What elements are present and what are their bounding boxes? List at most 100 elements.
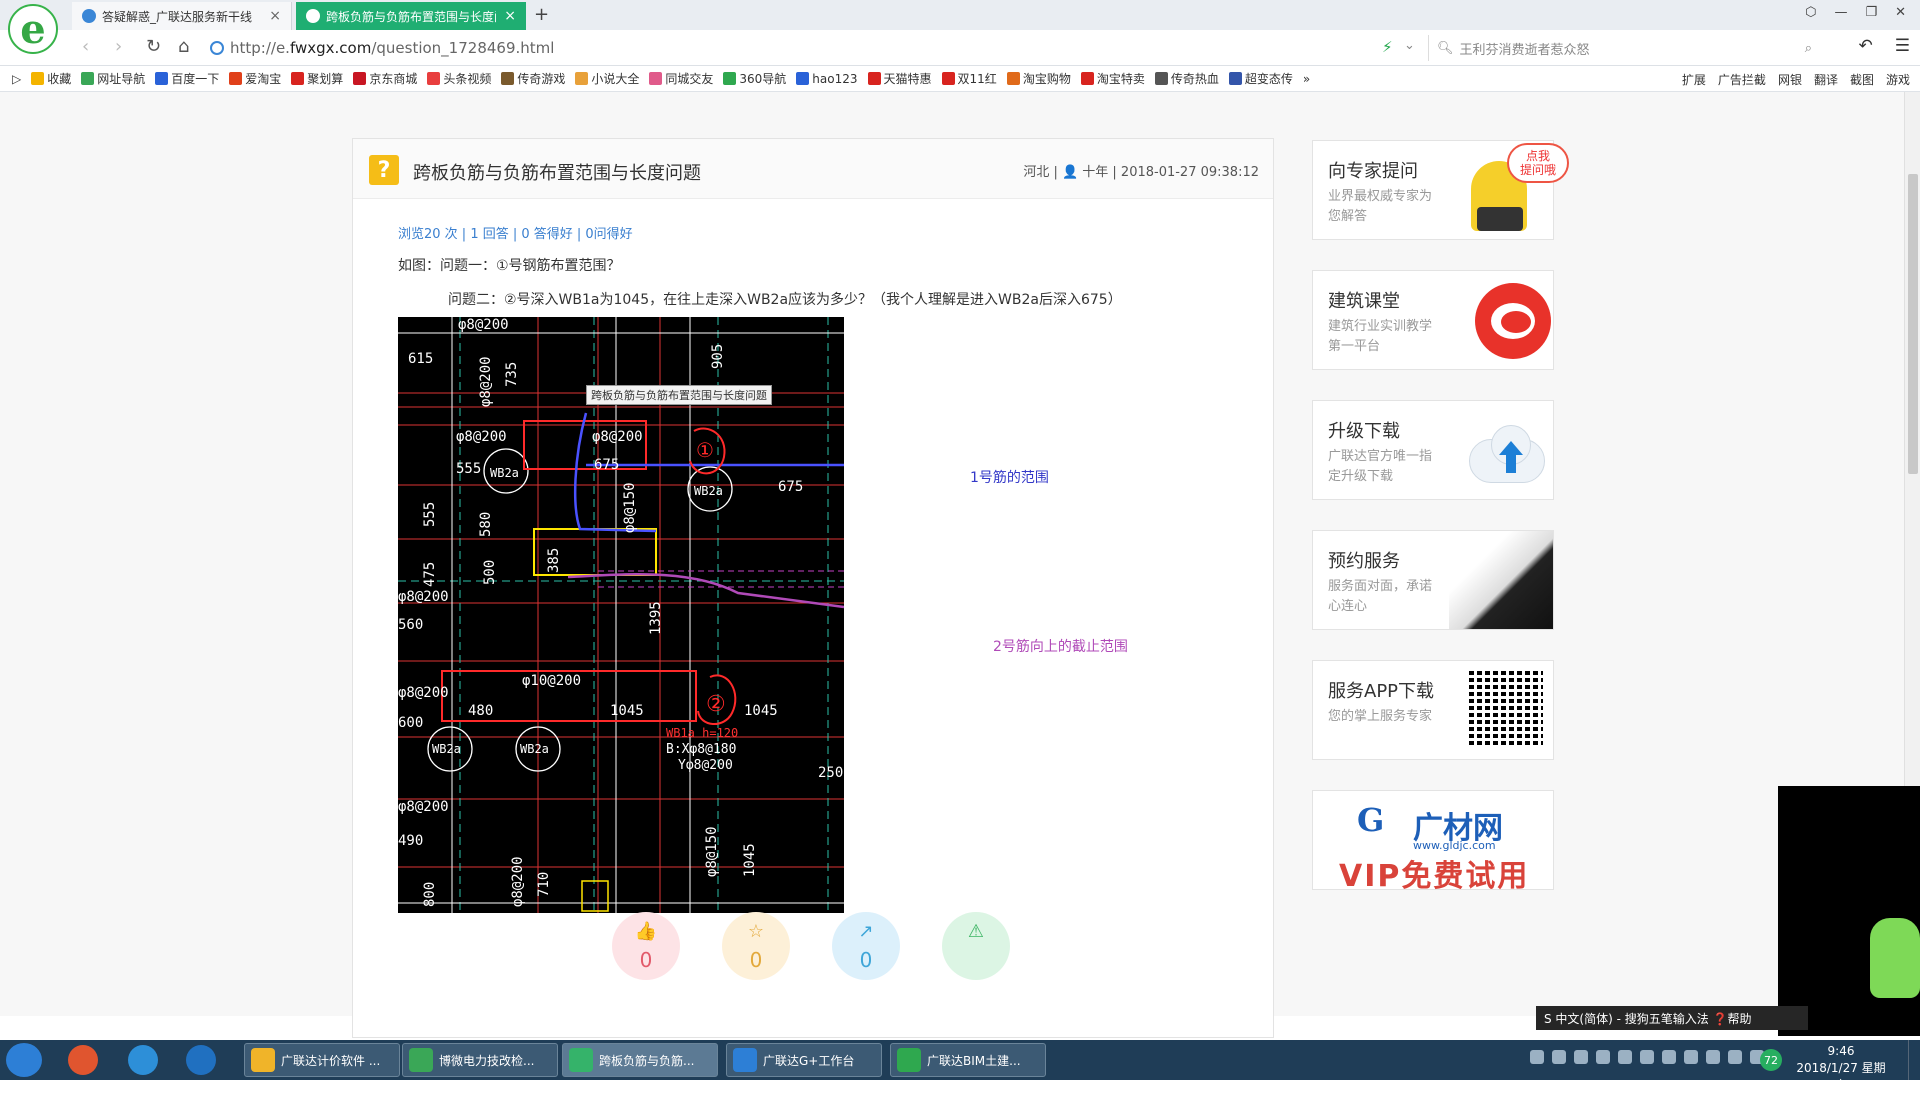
app-quicklaunch-icon[interactable]	[68, 1045, 98, 1075]
reaction-button[interactable]: ⚠	[942, 912, 1010, 980]
toolbar-tool[interactable]: 广告拦截	[1718, 71, 1766, 88]
start-button[interactable]	[6, 1043, 42, 1077]
clock[interactable]: 9:46 2018/1/27 星期六	[1796, 1043, 1886, 1094]
reaction-button[interactable]: ↗ 0	[832, 912, 900, 980]
bookmark-item[interactable]: 小说大全	[575, 70, 639, 87]
bookmark-item[interactable]: 聚划算	[291, 70, 343, 87]
close-window-icon[interactable]: ✕	[1895, 5, 1906, 20]
tray-icon[interactable]	[1596, 1050, 1610, 1064]
back-icon[interactable]: ‹	[82, 36, 89, 57]
toolbar-tool[interactable]: 网银	[1778, 71, 1802, 88]
new-tab-button[interactable]: +	[534, 4, 549, 25]
taskbar: 广联达计价软件 ... 博微电力技改检... 跨板负筋与负筋... 广联达G+工作台 广…	[0, 1040, 1920, 1092]
sidebar-appointment[interactable]: 预约服务 服务面对面，承诺心连心	[1312, 530, 1554, 630]
sidebar-ask-expert[interactable]: 向专家提问 业界最权威专家为您解答 点我 提问哦	[1312, 140, 1569, 240]
search-icon[interactable]: ⌕	[1805, 41, 1812, 56]
ime-status-bar[interactable]: S 中文(简体) - 搜狗五笔输入法 ❓帮助	[1536, 1006, 1808, 1030]
tray-icon[interactable]	[1640, 1050, 1654, 1064]
cad-label: 560	[398, 617, 423, 633]
taskbar-window[interactable]: 广联达计价软件 ...	[244, 1043, 400, 1077]
annotation-rebar-1: 1号筋的范围	[970, 470, 1049, 486]
taskbar-window[interactable]: 博微电力技改检...	[402, 1043, 558, 1077]
toolbar-tool[interactable]: 截图	[1850, 71, 1874, 88]
bookmark-item[interactable]: 超变态传	[1228, 70, 1293, 87]
ask-bubble[interactable]: 点我 提问哦	[1507, 143, 1569, 183]
scroll-thumb[interactable]	[1908, 174, 1918, 474]
ie-quicklaunch-icon[interactable]	[128, 1045, 158, 1075]
close-icon[interactable]: ×	[504, 8, 516, 24]
bookmarks-more-icon[interactable]: »	[1303, 72, 1310, 86]
search-input[interactable]: 🔍︎ 王利芬消费逝者惹众怒 ⌕	[1428, 35, 1822, 61]
tray-icon[interactable]	[1618, 1050, 1632, 1064]
forward-icon[interactable]: ›	[115, 36, 122, 57]
bookmark-item[interactable]: 京东商城	[353, 70, 417, 87]
bookmark-item[interactable]: 收藏	[31, 70, 71, 87]
bookmark-item[interactable]: 天猫特惠	[867, 70, 932, 87]
volume-icon[interactable]	[1706, 1050, 1720, 1064]
bookmark-item[interactable]: 爱淘宝	[229, 70, 281, 87]
taskbar-window[interactable]: 广联达G+工作台	[726, 1043, 882, 1077]
toolbar-tool[interactable]: 游戏	[1886, 71, 1910, 88]
reaction-button[interactable]: 👍 0	[612, 912, 680, 980]
bookmark-item[interactable]: 双11红	[941, 70, 997, 87]
network-icon[interactable]	[1728, 1050, 1742, 1064]
home-icon[interactable]: ⌂	[178, 36, 189, 57]
bookmark-item[interactable]: 头条视频	[427, 70, 491, 87]
cad-label: 675	[778, 479, 803, 495]
refresh-icon[interactable]: ↻	[146, 36, 161, 57]
tray-icon[interactable]	[1552, 1050, 1566, 1064]
question-card: ? 跨板负筋与负筋布置范围与长度问题 河北 | 👤 十年 | 2018-01-2…	[352, 138, 1274, 1038]
cad-label: 800	[422, 882, 438, 907]
cad-label: 615	[408, 351, 433, 367]
taskbar-window[interactable]: 跨板负筋与负筋...	[562, 1043, 718, 1077]
cad-label: 490	[398, 833, 423, 849]
chevron-down-icon[interactable]: ⌄	[1404, 38, 1415, 53]
tray-icon[interactable]	[1684, 1050, 1698, 1064]
toolbar-tool[interactable]: 翻译	[1814, 71, 1838, 88]
minimize-icon[interactable]: —	[1834, 5, 1847, 20]
app-icon	[897, 1048, 921, 1072]
bookmark-item[interactable]: 传奇游戏	[501, 70, 565, 87]
gldjc-vip-ad[interactable]: G 广材网 www.gldjc.com VIP免费试用	[1312, 790, 1554, 894]
bookmark-item[interactable]: 淘宝特卖	[1080, 70, 1145, 87]
bookmark-item[interactable]: 网址导航	[81, 70, 145, 87]
menu-icon[interactable]: ☰	[1895, 36, 1910, 56]
show-desktop-button[interactable]	[1908, 1040, 1920, 1080]
toolbar-tool[interactable]: 扩展	[1682, 71, 1706, 88]
tray-icon[interactable]	[1574, 1050, 1588, 1064]
tray-icon[interactable]	[1530, 1050, 1544, 1064]
sidebar-upgrade-download[interactable]: 升级下载 广联达官方唯一指定升级下载	[1312, 400, 1554, 500]
cad-drawing-image[interactable]: φ8@200 615 φ8@200 735 905 φ8@200 555 WB2…	[398, 317, 844, 913]
bookmark-item[interactable]: 360导航	[723, 70, 786, 87]
cad-label: 555	[456, 461, 481, 477]
sidebar-app-download[interactable]: 服务APP下载 您的掌上服务专家	[1312, 660, 1554, 760]
globe-icon	[210, 41, 224, 55]
bookmark-item[interactable]: 淘宝购物	[1006, 70, 1071, 87]
security-badge[interactable]: 72	[1760, 1049, 1782, 1071]
restore-icon[interactable]: ❐	[1865, 5, 1877, 20]
bookmark-item[interactable]: hao123	[796, 72, 858, 86]
tab-answers[interactable]: 答疑解惑_广联达服务新干线 ×	[72, 2, 292, 30]
bookmark-label: 聚划算	[307, 72, 344, 86]
bookmark-item[interactable]: 同城交友	[649, 70, 713, 87]
sidebar-building-class[interactable]: 建筑课堂 建筑行业实训教学第一平台	[1312, 270, 1554, 370]
url-input[interactable]: http://e.fwxgx.com/question_1728469.html	[210, 35, 1390, 61]
tab-question[interactable]: 跨板负筋与负筋布置范围与长度问题 ×	[296, 2, 526, 30]
tray-icon[interactable]	[1662, 1050, 1676, 1064]
cad-label: φ8@200	[456, 429, 507, 445]
green-mascot-icon[interactable]	[1870, 918, 1920, 998]
taskbar-window[interactable]: 广联达BIM土建...	[890, 1043, 1046, 1077]
question-stats[interactable]: 浏览20 次 | 1 回答 | 0 答得好 | 0问得好	[398, 223, 633, 242]
reaction-button[interactable]: ☆ 0	[722, 912, 790, 980]
bookmark-item[interactable]: 传奇热血	[1154, 70, 1219, 87]
lightning-icon[interactable]: ⚡	[1382, 38, 1393, 56]
bookmark-icon	[796, 72, 810, 85]
skin-icon[interactable]: ⬡	[1805, 5, 1816, 20]
cad-label: WB2a	[520, 742, 549, 756]
gld-quicklaunch-icon[interactable]	[186, 1045, 216, 1075]
undo-icon[interactable]: ↶	[1859, 36, 1873, 56]
taskbar-label: 广联达BIM土建...	[927, 1053, 1021, 1068]
close-icon[interactable]: ×	[269, 8, 281, 24]
bookmark-item[interactable]: 百度一下	[155, 70, 219, 87]
sidebar-toggle-icon[interactable]: ▷	[12, 72, 21, 86]
